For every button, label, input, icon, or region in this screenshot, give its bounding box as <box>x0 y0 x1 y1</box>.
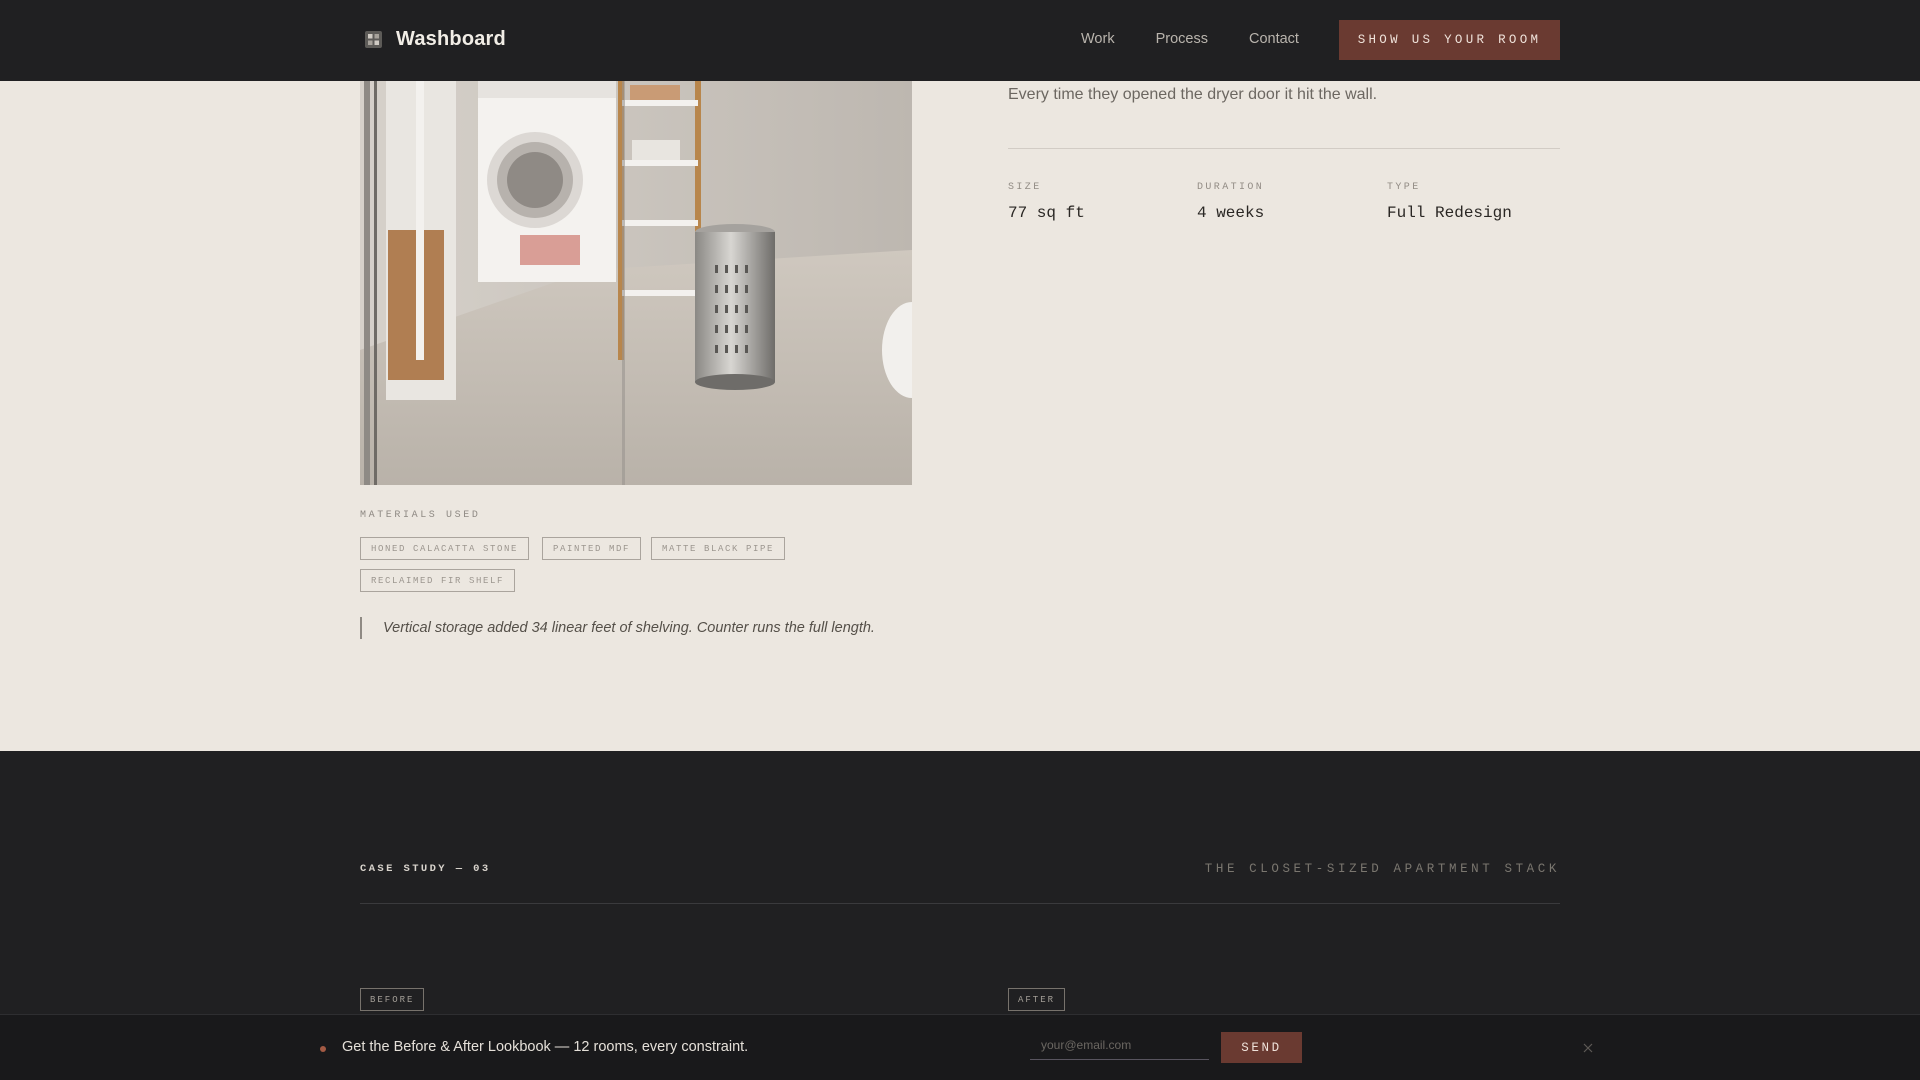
brand[interactable]: Washboard <box>365 28 506 51</box>
spec-value-duration: 4 weeks <box>1197 204 1265 222</box>
send-button[interactable]: SEND <box>1221 1032 1302 1063</box>
divider <box>360 903 1560 904</box>
nav-link-contact[interactable]: Contact <box>1249 31 1299 47</box>
brand-name: Washboard <box>396 28 506 50</box>
show-us-your-room-button[interactable]: SHOW US YOUR ROOM <box>1339 20 1560 60</box>
email-field[interactable] <box>1030 1031 1209 1060</box>
nav-link-work[interactable]: Work <box>1081 31 1115 47</box>
spec-value-type: Full Redesign <box>1387 204 1512 222</box>
case-study-number: CASE STUDY — 03 <box>360 863 491 875</box>
site-header: Washboard Work Process Contact SHOW US Y… <box>0 0 1920 81</box>
lookbook-text: Get the Before & After Lookbook — 12 roo… <box>342 1039 749 1055</box>
nav-link-process[interactable]: Process <box>1156 31 1208 47</box>
lookbook-signup-bar: Get the Before & After Lookbook — 12 roo… <box>0 1014 1920 1080</box>
main-nav: Work Process Contact <box>1081 31 1340 47</box>
spec-label-size: SIZE <box>1008 182 1042 193</box>
case-study-title: THE CLOSET-SIZED APARTMENT STACK <box>1204 862 1560 876</box>
material-chip: RECLAIMED FIR SHELF <box>360 569 516 592</box>
after-tag: AFTER <box>1008 988 1066 1011</box>
before-tag: BEFORE <box>360 988 425 1011</box>
status-dot-icon <box>320 1046 326 1052</box>
grid-logo-icon <box>365 31 382 48</box>
material-chip: PAINTED MDF <box>542 537 642 560</box>
divider <box>1008 148 1560 149</box>
spec-label-duration: DURATION <box>1197 182 1265 193</box>
spec-label-type: TYPE <box>1387 182 1421 193</box>
spec-value-size: 77 sq ft <box>1008 204 1085 222</box>
material-chip: HONED CALACATTA STONE <box>360 537 530 560</box>
material-chip: MATTE BLACK PIPE <box>651 537 786 560</box>
close-icon[interactable] <box>1582 1042 1594 1054</box>
story-text: Every time they opened the dryer door it… <box>1008 86 1378 103</box>
materials-label: MATERIALS USED <box>360 510 481 521</box>
result-quote: Vertical storage added 34 linear feet of… <box>360 617 875 639</box>
